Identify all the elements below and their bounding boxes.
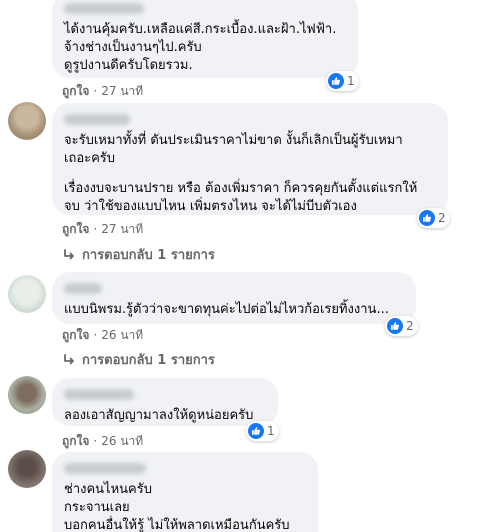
commenter-name-blurred[interactable]	[64, 389, 134, 400]
like-reaction-icon	[419, 210, 435, 226]
reply-arrow-icon	[62, 353, 76, 367]
comment-bubble: แบบนิพรม.รู้ตัวว่าจะขาดทุนค่ะไปต่อไม่ไหว…	[52, 272, 416, 324]
comment-text-line: ลองเอาสัญญามาลงให้ดูหน่อยครับ	[64, 408, 254, 423]
comment-timestamp[interactable]: 27 นาที	[101, 84, 143, 98]
comment-text-line: กระจานเลย	[64, 500, 130, 515]
avatar[interactable]	[8, 376, 46, 414]
commenter-name-blurred[interactable]	[64, 3, 144, 14]
comment-text-line: ได้งานคุ้มครับ.เหลือแค่สี.กระเบื้อง.และฝ…	[64, 22, 337, 37]
like-link[interactable]: ถูกใจ	[62, 84, 89, 98]
reaction-count: 1	[347, 74, 355, 88]
reaction-summary[interactable]: 2	[417, 208, 450, 228]
comment-timestamp[interactable]: 26 นาที	[101, 434, 143, 448]
comment-text-line: จ้างช่างเป็นงานๆไป.ครับ	[64, 40, 202, 55]
comment-text-line: เถอะครับ	[64, 151, 116, 166]
like-reaction-icon	[387, 318, 403, 334]
avatar[interactable]	[8, 275, 46, 313]
comment-actions: ถูกใจ · 26 นาที	[62, 326, 143, 345]
reaction-summary[interactable]: 2	[385, 316, 418, 336]
separator-dot: ·	[93, 434, 98, 448]
avatar[interactable]	[8, 102, 46, 140]
comment-timestamp[interactable]: 27 นาที	[101, 222, 143, 236]
separator-dot: ·	[93, 84, 98, 98]
comment-text-line: แบบนิพรม.รู้ตัวว่าจะขาดทุนค่ะไปต่อไม่ไหว…	[64, 302, 389, 317]
view-replies-label: การตอบกลับ 1 รายการ	[82, 248, 215, 263]
separator-dot: ·	[93, 328, 98, 342]
comment-timestamp[interactable]: 26 นาที	[101, 328, 143, 342]
reply-arrow-icon	[62, 248, 76, 262]
comment-text-line: บอกคนอื่นให้รู้ ไม่ให้พลาดเหมือนกันครับ	[64, 518, 290, 532]
reaction-count: 2	[406, 319, 414, 333]
comment-bubble: ลองเอาสัญญามาลงให้ดูหน่อยครับ	[52, 378, 278, 426]
view-replies-link[interactable]: การตอบกลับ 1 รายการ	[62, 349, 215, 370]
view-replies-link[interactable]: การตอบกลับ 1 รายการ	[62, 244, 215, 265]
comment-text-line: ช่างคนไหนครับ	[64, 482, 152, 497]
view-replies-label: การตอบกลับ 1 รายการ	[82, 353, 215, 368]
like-link[interactable]: ถูกใจ	[62, 328, 89, 342]
comment-actions: ถูกใจ · 27 นาที	[62, 82, 143, 101]
reaction-count: 1	[267, 424, 275, 438]
commenter-name-blurred[interactable]	[64, 114, 130, 125]
comment-bubble: ช่างคนไหนครับ กระจานเลย บอกคนอื่นให้รู้ …	[52, 452, 318, 532]
comment-bubble: ได้งานคุ้มครับ.เหลือแค่สี.กระเบื้อง.และฝ…	[52, 0, 358, 78]
like-link[interactable]: ถูกใจ	[62, 434, 89, 448]
comment-text-line: ดูรูปงานดีครับโดยรวม.	[64, 58, 193, 73]
like-link[interactable]: ถูกใจ	[62, 222, 89, 236]
comment-text-line: จะรับเหมาทั้งที่ ดันประเมินราคาไม่ขาด งั…	[64, 133, 403, 148]
reaction-summary[interactable]: 1	[326, 71, 359, 91]
reaction-count: 2	[438, 211, 446, 225]
reaction-summary[interactable]: 1	[246, 421, 279, 441]
comment-actions: ถูกใจ · 26 นาที	[62, 432, 143, 451]
avatar[interactable]	[8, 450, 46, 488]
like-reaction-icon	[248, 423, 264, 439]
comment-text-line: เรื่องงบจะบานปราย หรือ ต้องเพิ่มราคา ก็ค…	[64, 181, 418, 196]
like-reaction-icon	[328, 73, 344, 89]
comment-actions: ถูกใจ · 27 นาที	[62, 220, 143, 239]
comment-bubble: จะรับเหมาทั้งที่ ดันประเมินราคาไม่ขาด งั…	[52, 103, 448, 215]
comment-text-line: จบ ว่าใช้ของแบบไหน เพิ่มตรงไหน จะได้ไม่บ…	[64, 199, 357, 214]
separator-dot: ·	[93, 222, 98, 236]
commenter-name-blurred[interactable]	[64, 283, 102, 294]
commenter-name-blurred[interactable]	[64, 463, 146, 474]
